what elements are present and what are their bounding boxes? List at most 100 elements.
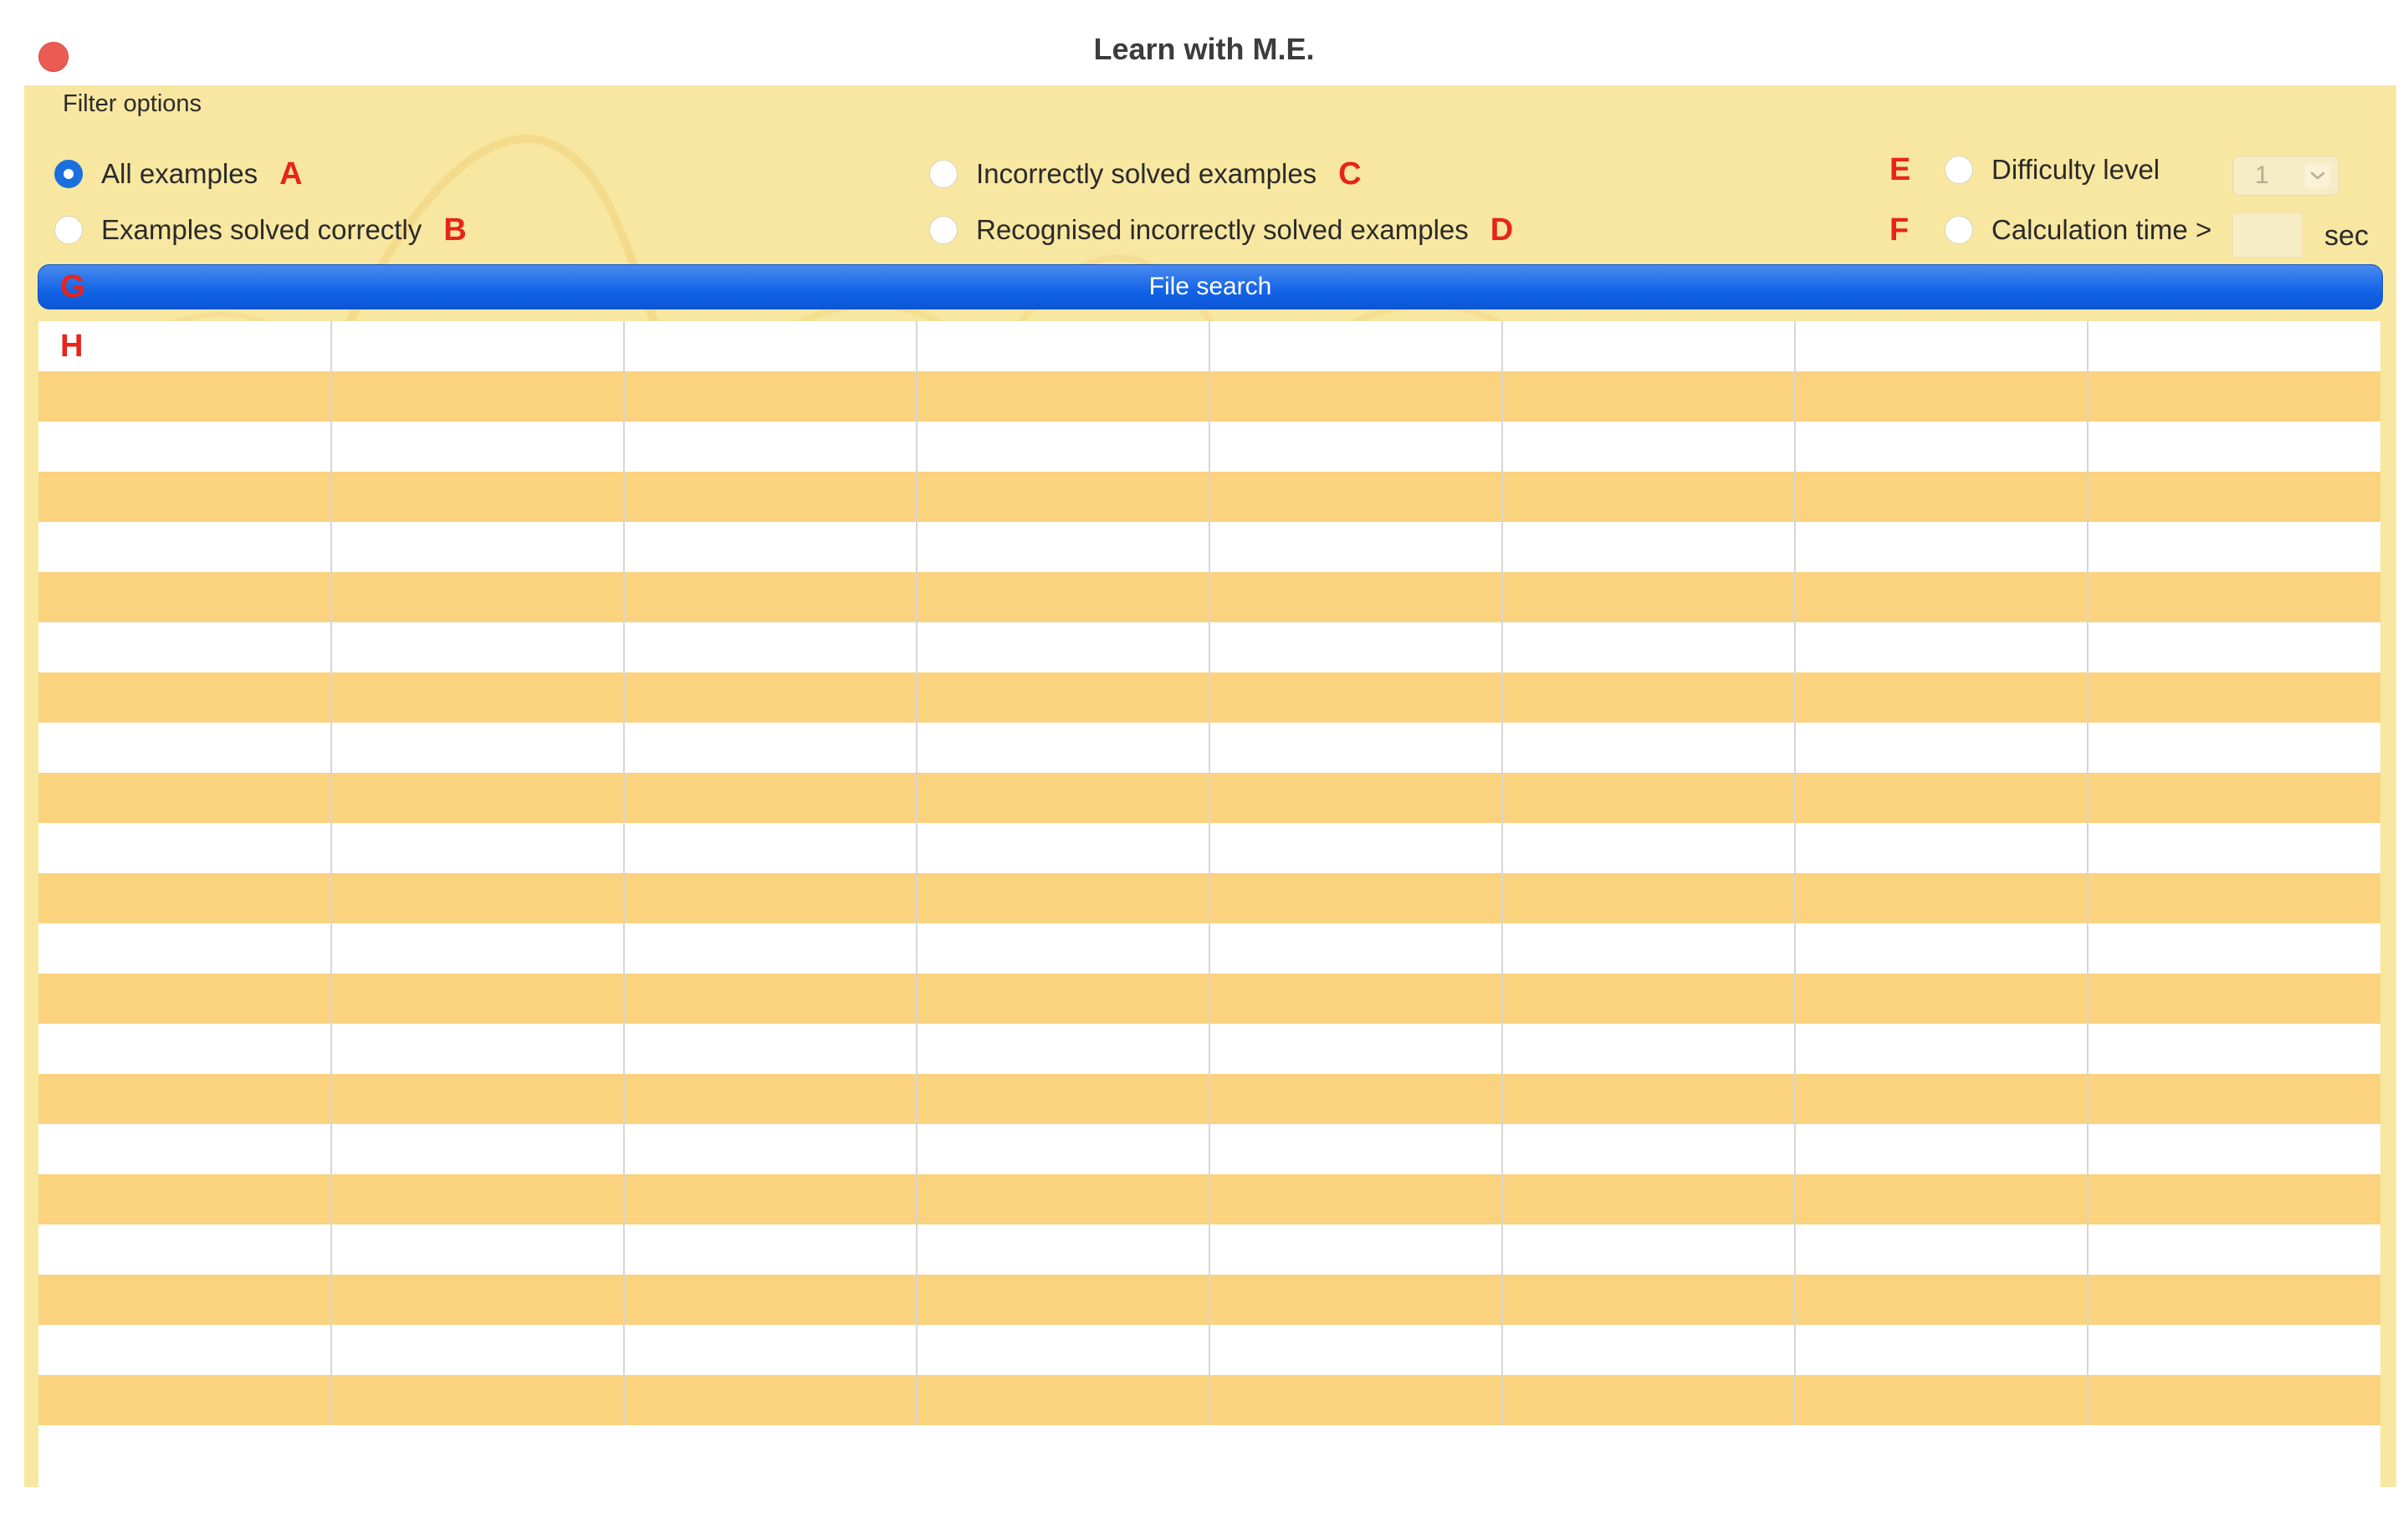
- table-cell[interactable]: [2088, 974, 2380, 1024]
- table-cell[interactable]: [1502, 1124, 1796, 1174]
- table-cell[interactable]: [331, 422, 625, 472]
- table-cell[interactable]: [1209, 1074, 1503, 1124]
- table-cell[interactable]: [331, 873, 625, 923]
- table-cell[interactable]: [331, 1024, 625, 1074]
- table-cell[interactable]: [1209, 672, 1503, 723]
- table-cell[interactable]: [2088, 723, 2380, 773]
- table-cell[interactable]: [917, 1325, 1210, 1375]
- table-cell[interactable]: [331, 1074, 625, 1124]
- table-cell[interactable]: [917, 472, 1210, 522]
- table-cell[interactable]: [917, 622, 1210, 672]
- table-cell[interactable]: [917, 873, 1210, 923]
- table-cell[interactable]: [917, 1224, 1210, 1275]
- table-cell[interactable]: [38, 472, 332, 522]
- table-cell[interactable]: [1502, 1174, 1796, 1224]
- table-cell[interactable]: [38, 522, 332, 572]
- table-cell[interactable]: [38, 572, 332, 622]
- table-cell[interactable]: [624, 371, 918, 422]
- table-cell[interactable]: [1209, 572, 1503, 622]
- table-cell[interactable]: [917, 923, 1210, 974]
- table-cell[interactable]: [331, 672, 625, 723]
- table-cell[interactable]: [1209, 321, 1503, 371]
- table-cell[interactable]: [1209, 1174, 1503, 1224]
- table-cell[interactable]: [331, 522, 625, 572]
- table-row[interactable]: [38, 1074, 2380, 1124]
- table-cell[interactable]: [1795, 723, 2088, 773]
- table-cell[interactable]: [917, 672, 1210, 723]
- table-cell[interactable]: [1795, 873, 2088, 923]
- table-cell[interactable]: [624, 1224, 918, 1275]
- table-cell[interactable]: [1502, 1224, 1796, 1275]
- table-row[interactable]: [38, 672, 2380, 723]
- table-cell[interactable]: [38, 1375, 332, 1425]
- table-cell[interactable]: [38, 1024, 332, 1074]
- table-cell[interactable]: [331, 1124, 625, 1174]
- table-cell[interactable]: [1795, 1024, 2088, 1074]
- table-cell[interactable]: [1502, 622, 1796, 672]
- table-cell[interactable]: [624, 1074, 918, 1124]
- table-cell[interactable]: [1209, 873, 1503, 923]
- table-cell[interactable]: [1209, 522, 1503, 572]
- table-cell[interactable]: [38, 1224, 332, 1275]
- table-cell[interactable]: [1795, 1124, 2088, 1174]
- table-cell[interactable]: [1795, 1275, 2088, 1325]
- table-cell[interactable]: [2088, 1224, 2380, 1275]
- table-cell[interactable]: [38, 422, 332, 472]
- table-cell[interactable]: [1502, 572, 1796, 622]
- table-cell[interactable]: [624, 1124, 918, 1174]
- table-cell[interactable]: [1502, 1024, 1796, 1074]
- table-cell[interactable]: [917, 773, 1210, 823]
- radio-incorrectly-solved[interactable]: Incorrectly solved examples C: [929, 155, 1362, 193]
- table-cell[interactable]: [331, 472, 625, 522]
- table-cell[interactable]: [2088, 472, 2380, 522]
- table-cell[interactable]: [38, 974, 332, 1024]
- table-row[interactable]: [38, 1325, 2380, 1375]
- table-cell[interactable]: [1502, 522, 1796, 572]
- table-cell[interactable]: [1209, 1325, 1503, 1375]
- table-row[interactable]: [38, 773, 2380, 823]
- table-cell[interactable]: [331, 572, 625, 622]
- table-cell[interactable]: [624, 823, 918, 873]
- table-row[interactable]: [38, 371, 2380, 422]
- table-row[interactable]: [38, 321, 2380, 371]
- table-cell[interactable]: [917, 1275, 1210, 1325]
- table-cell[interactable]: [624, 622, 918, 672]
- table-cell[interactable]: [2088, 672, 2380, 723]
- table-cell[interactable]: [2088, 1074, 2380, 1124]
- table-cell[interactable]: [331, 321, 625, 371]
- table-cell[interactable]: [624, 923, 918, 974]
- table-cell[interactable]: [624, 723, 918, 773]
- table-cell[interactable]: [2088, 572, 2380, 622]
- table-cell[interactable]: [1502, 321, 1796, 371]
- table-cell[interactable]: [917, 371, 1210, 422]
- table-cell[interactable]: [624, 1325, 918, 1375]
- table-row[interactable]: [38, 422, 2380, 472]
- table-cell[interactable]: [331, 923, 625, 974]
- radio-calculation-time[interactable]: Calculation time >: [1945, 211, 2211, 249]
- file-search-button[interactable]: File search G: [38, 264, 2383, 309]
- table-cell[interactable]: [624, 472, 918, 522]
- table-cell[interactable]: [917, 572, 1210, 622]
- table-cell[interactable]: [1209, 371, 1503, 422]
- radio-all-examples[interactable]: All examples A: [54, 155, 303, 193]
- table-cell[interactable]: [624, 1174, 918, 1224]
- table-cell[interactable]: [1209, 1024, 1503, 1074]
- table-cell[interactable]: [331, 823, 625, 873]
- table-cell[interactable]: [2088, 773, 2380, 823]
- table-cell[interactable]: [1795, 622, 2088, 672]
- table-cell[interactable]: [2088, 873, 2380, 923]
- table-row[interactable]: [38, 723, 2380, 773]
- table-cell[interactable]: [1795, 522, 2088, 572]
- table-cell[interactable]: [1209, 472, 1503, 522]
- table-row[interactable]: [38, 873, 2380, 923]
- table-cell[interactable]: [624, 572, 918, 622]
- table-cell[interactable]: [1795, 371, 2088, 422]
- table-cell[interactable]: [1795, 1375, 2088, 1425]
- table-cell[interactable]: [38, 371, 332, 422]
- table-cell[interactable]: [38, 1275, 332, 1325]
- table-cell[interactable]: [1795, 823, 2088, 873]
- table-cell[interactable]: [1502, 923, 1796, 974]
- table-row[interactable]: [38, 1275, 2380, 1325]
- table-cell[interactable]: [1209, 422, 1503, 472]
- table-cell[interactable]: [2088, 371, 2380, 422]
